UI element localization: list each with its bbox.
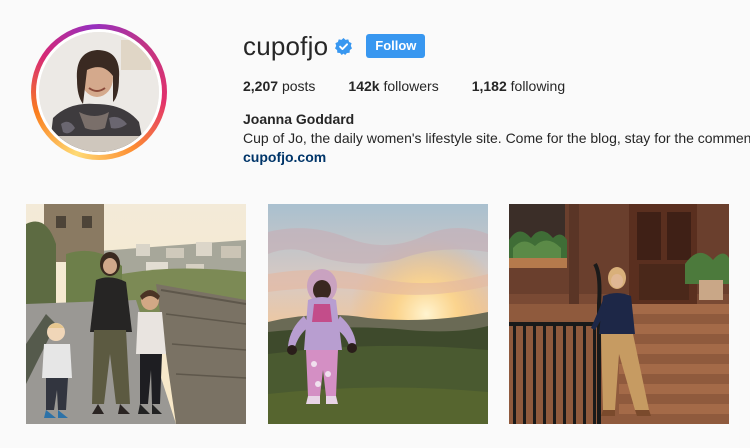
profile-page: cupofjo Follow 2,207 posts 142k follower…	[0, 0, 750, 448]
post-thumbnail[interactable]	[26, 204, 246, 424]
verified-badge-icon	[335, 37, 353, 55]
photo-woman-stoop-icon	[509, 204, 729, 424]
photo-child-sunset-icon	[268, 204, 488, 424]
photo-family-walk-icon	[26, 204, 246, 424]
profile-bio: Joanna Goddard Cup of Jo, the daily wome…	[243, 110, 750, 167]
followers-stat[interactable]: 142k followers	[348, 78, 438, 94]
follow-button[interactable]: Follow	[366, 34, 426, 58]
posts-stat: 2,207 posts	[243, 78, 315, 94]
bio-website-link[interactable]: cupofjo.com	[243, 149, 326, 165]
following-label: following	[510, 78, 566, 94]
bio-text: Cup of Jo, the daily women's lifestyle s…	[243, 130, 750, 146]
post-thumbnail[interactable]	[509, 204, 729, 424]
full-name: Joanna Goddard	[243, 111, 355, 127]
username: cupofjo	[243, 31, 329, 61]
profile-stats: 2,207 posts 142k followers 1,182 followi…	[243, 78, 598, 94]
avatar-portrait-icon	[39, 32, 159, 152]
avatar-border	[36, 29, 162, 155]
followers-count: 142k	[348, 78, 380, 94]
username-row: cupofjo Follow	[243, 31, 426, 61]
following-count: 1,182	[471, 78, 507, 94]
followers-label: followers	[383, 78, 439, 94]
post-thumbnail[interactable]	[268, 204, 488, 424]
posts-count: 2,207	[243, 78, 279, 94]
posts-label: posts	[281, 78, 316, 94]
avatar-story-ring[interactable]	[31, 24, 167, 160]
avatar[interactable]	[39, 32, 159, 152]
following-stat[interactable]: 1,182 following	[472, 78, 565, 94]
